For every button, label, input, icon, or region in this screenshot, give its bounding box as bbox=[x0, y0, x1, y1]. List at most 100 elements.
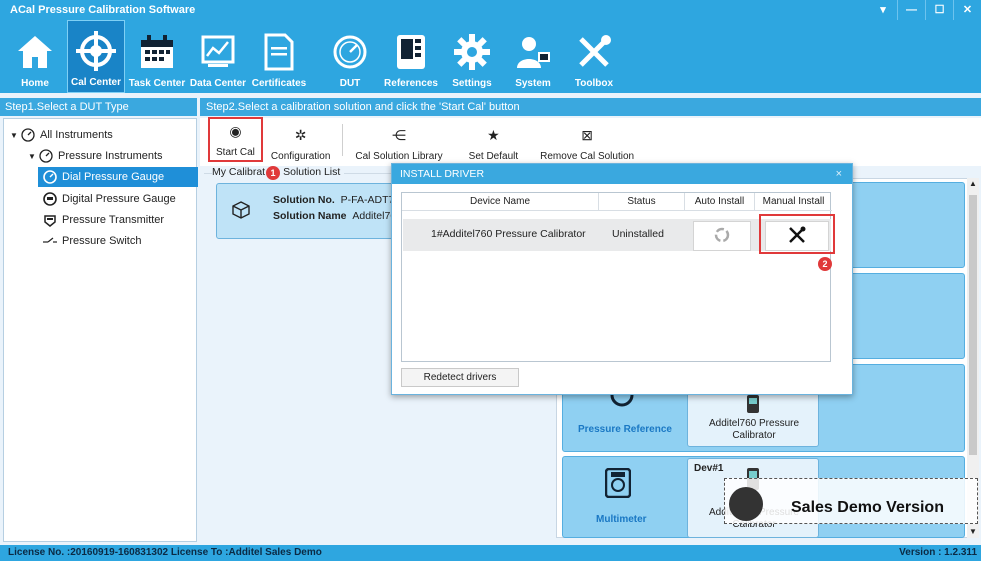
dut-type-tree: ▼ All Instruments ▼ Pressure Instruments… bbox=[3, 118, 198, 542]
solution-name-label: Solution Name bbox=[273, 210, 347, 222]
refresh-icon bbox=[713, 226, 731, 247]
detail-card bbox=[850, 182, 965, 268]
toolbar-settings[interactable]: Settings bbox=[443, 20, 501, 93]
toolbar-cal-center[interactable]: Cal Center bbox=[67, 20, 125, 93]
version-info: Version : 1.2.311 bbox=[899, 547, 977, 558]
remove-icon: ⊠ bbox=[581, 127, 593, 143]
multimeter-icon bbox=[604, 467, 632, 501]
start-cal-icon: ◉ bbox=[229, 123, 242, 139]
tree-item-pressure-switch[interactable]: Pressure Switch bbox=[42, 231, 141, 251]
toolbar-dut-label: DUT bbox=[339, 78, 361, 89]
configuration-label: Configuration bbox=[270, 151, 331, 162]
tree-item-dial-pressure-gauge[interactable]: Dial Pressure Gauge bbox=[38, 167, 198, 187]
dialog-title: INSTALL DRIVER bbox=[400, 168, 485, 180]
scroll-down-icon[interactable]: ▼ bbox=[969, 527, 977, 536]
list-label-part-a: My Calibrat bbox=[212, 166, 266, 178]
tree-item-label: Pressure Instruments bbox=[58, 150, 163, 162]
toolbar-references-label: References bbox=[384, 78, 438, 89]
column-auto-install: Auto Install bbox=[685, 193, 755, 211]
cube-icon bbox=[231, 200, 251, 223]
detail-card bbox=[850, 273, 965, 359]
chart-monitor-icon bbox=[196, 30, 240, 74]
pressure-gauge-icon bbox=[610, 394, 634, 412]
toolbar-home[interactable]: Home bbox=[6, 20, 64, 93]
tree-item-label: All Instruments bbox=[40, 129, 113, 141]
watermark-text: Sales Demo Version bbox=[791, 499, 944, 516]
start-cal-button[interactable]: ◉ Start Cal bbox=[208, 117, 263, 162]
target-icon bbox=[74, 29, 118, 73]
gear-icon: ✲ bbox=[294, 127, 307, 143]
toolbar-task-center-label: Task Center bbox=[128, 78, 186, 89]
window-controls: ▾ — ☐ ✕ bbox=[869, 0, 981, 20]
install-driver-dialog: INSTALL DRIVER × Device Name Status Auto… bbox=[391, 163, 853, 395]
remove-cal-solution-button[interactable]: ⊠ Remove Cal Solution bbox=[532, 127, 642, 162]
minimize-button[interactable]: — bbox=[897, 0, 925, 20]
toolbar-toolbox-label: Toolbox bbox=[574, 78, 614, 89]
solution-no-value: P-FA-ADT76 bbox=[340, 194, 393, 206]
toolbar-data-center[interactable]: Data Center bbox=[189, 20, 247, 93]
toolbar-cal-center-label: Cal Center bbox=[70, 77, 121, 88]
dial-gauge-icon bbox=[42, 169, 58, 185]
calibrator-device-icon bbox=[746, 394, 760, 417]
sales-demo-watermark: Sales Demo Version bbox=[724, 478, 978, 524]
multimeter-label: Multimeter bbox=[596, 514, 647, 525]
tree-item-pressure-instruments[interactable]: ▼ Pressure Instruments bbox=[28, 146, 163, 166]
dropdown-icon[interactable]: ▾ bbox=[869, 0, 897, 20]
step-marker-2: 2 bbox=[818, 257, 832, 271]
toolbar-divider bbox=[342, 124, 344, 156]
star-icon: ★ bbox=[487, 127, 500, 143]
auto-install-button[interactable] bbox=[693, 221, 751, 251]
calibrator-device-icon bbox=[389, 30, 433, 74]
toolbar-system-label: System bbox=[515, 78, 551, 89]
step2-header: Step2.Select a calibration solution and … bbox=[200, 98, 981, 116]
demo-logo bbox=[729, 487, 763, 521]
redetect-drivers-button[interactable]: Redetect drivers bbox=[401, 368, 519, 387]
device-name-cell: 1#Additel760 Pressure Calibrator bbox=[431, 228, 586, 240]
column-device-name: Device Name bbox=[402, 193, 599, 211]
toolbar-home-label: Home bbox=[21, 78, 49, 89]
solution-card[interactable]: Solution No. P-FA-ADT76 Solution Name Ad… bbox=[216, 183, 396, 239]
column-manual-install: Manual Install bbox=[755, 193, 832, 211]
reference-card-label: Additel760 Pressure Calibrator bbox=[708, 418, 800, 441]
calendar-icon bbox=[135, 30, 179, 74]
close-button[interactable]: ✕ bbox=[953, 0, 981, 20]
toolbar-references[interactable]: References bbox=[382, 20, 440, 93]
scroll-up-icon[interactable]: ▲ bbox=[969, 179, 977, 188]
transmitter-icon bbox=[42, 212, 58, 228]
toolbar-system[interactable]: System bbox=[504, 20, 562, 93]
set-default-label: Set Default bbox=[468, 151, 519, 162]
solution-no-label: Solution No. bbox=[273, 194, 335, 206]
main-toolbar: Home Cal Center Task Center Data Center … bbox=[0, 20, 981, 93]
tree-item-all-instruments[interactable]: ▼ All Instruments bbox=[10, 125, 113, 145]
close-icon[interactable]: × bbox=[836, 164, 842, 184]
solution-toolbar: ◉ Start Cal ✲ Configuration ⋲ Cal Soluti… bbox=[200, 117, 981, 166]
tools-icon bbox=[572, 30, 616, 74]
toolbar-certificates[interactable]: Certificates bbox=[250, 20, 308, 93]
gear-icon bbox=[450, 30, 494, 74]
user-icon bbox=[511, 30, 555, 74]
maximize-button[interactable]: ☐ bbox=[925, 0, 953, 20]
pressure-reference-label: Pressure Reference bbox=[578, 424, 672, 435]
gauge-icon bbox=[328, 30, 372, 74]
gauge-outline-icon bbox=[38, 148, 54, 164]
toolbar-certificates-label: Certificates bbox=[251, 78, 307, 89]
configuration-button[interactable]: ✲ Configuration bbox=[263, 127, 338, 162]
tree-item-label: Digital Pressure Gauge bbox=[62, 193, 176, 205]
expand-icon[interactable]: ▼ bbox=[28, 152, 38, 161]
tree-item-digital-pressure-gauge[interactable]: Digital Pressure Gauge bbox=[42, 189, 176, 209]
toolbar-toolbox[interactable]: Toolbox bbox=[565, 20, 623, 93]
step1-header: Step1.Select a DUT Type bbox=[0, 98, 197, 116]
home-icon bbox=[13, 30, 57, 74]
expand-icon[interactable]: ▼ bbox=[10, 131, 20, 140]
tree-item-pressure-transmitter[interactable]: Pressure Transmitter bbox=[42, 210, 164, 230]
start-cal-label: Start Cal bbox=[216, 147, 255, 158]
toolbar-dut[interactable]: DUT bbox=[321, 20, 379, 93]
set-default-button[interactable]: ★ Set Default bbox=[461, 127, 526, 162]
cal-solution-library-button[interactable]: ⋲ Cal Solution Library bbox=[347, 127, 450, 162]
status-bar: License No. :20160919-160831302 License … bbox=[0, 545, 981, 561]
toolbar-task-center[interactable]: Task Center bbox=[128, 20, 186, 93]
status-cell: Uninstalled bbox=[612, 228, 664, 240]
scrollbar-thumb[interactable] bbox=[969, 195, 977, 455]
toolbar-data-center-label: Data Center bbox=[189, 78, 247, 89]
gauge-outline-icon bbox=[20, 127, 36, 143]
